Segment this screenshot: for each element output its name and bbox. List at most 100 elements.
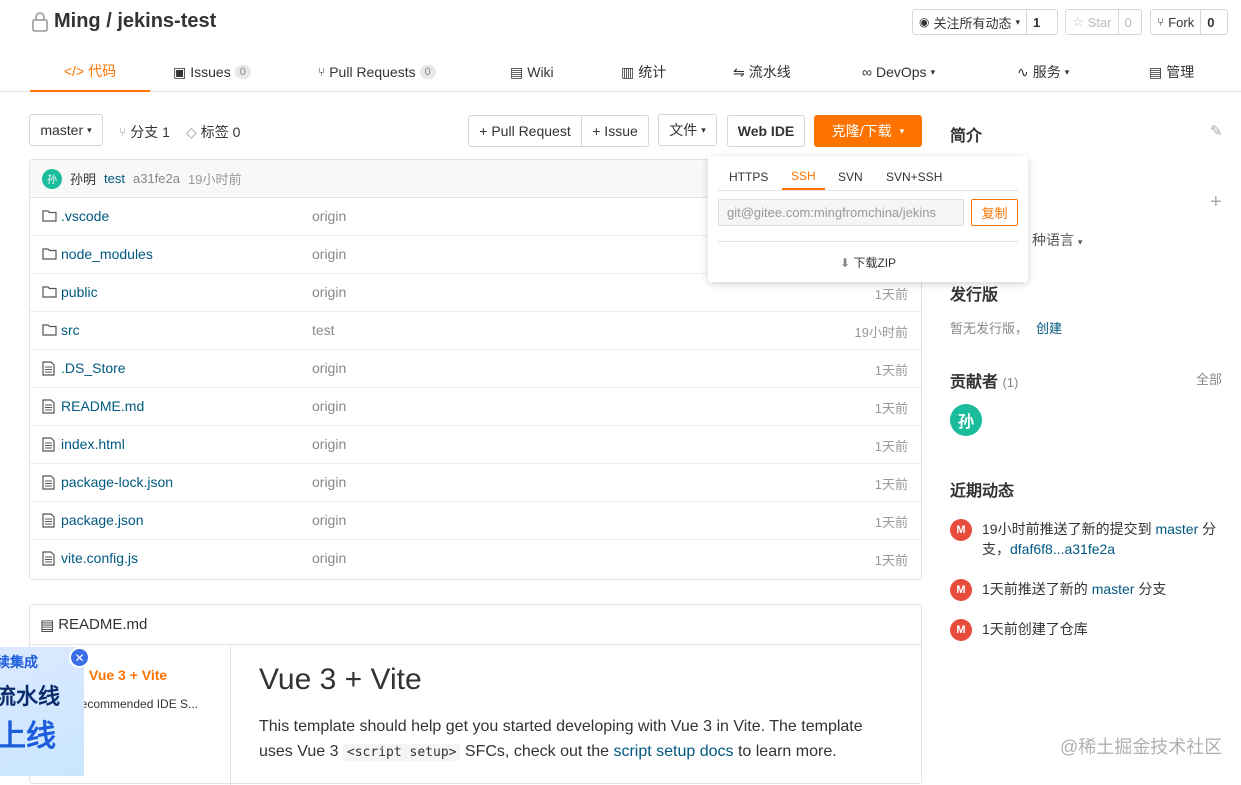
clone-tab-ssh[interactable]: SSH xyxy=(782,164,825,190)
file-name[interactable]: package-lock.json xyxy=(61,474,173,490)
copy-button[interactable]: 复制 xyxy=(971,199,1018,226)
file-row[interactable]: index.html origin 1天前 xyxy=(30,426,921,464)
close-icon[interactable]: ✕ xyxy=(69,647,90,668)
file-name[interactable]: package.json xyxy=(61,512,144,528)
file-commit-time: 1天前 xyxy=(874,287,908,302)
plus-icon[interactable]: + xyxy=(1210,191,1222,214)
commit-author[interactable]: 孙明 xyxy=(70,169,96,188)
file-name[interactable]: public xyxy=(61,284,98,300)
file-commit-message[interactable]: origin xyxy=(312,474,346,490)
edit-icon[interactable]: ✎ xyxy=(1210,122,1223,140)
caret-down-icon: ▾ xyxy=(701,124,706,135)
tab-issues[interactable]: ▣ Issues 0 xyxy=(173,52,251,92)
file-commit-message[interactable]: origin xyxy=(312,398,346,414)
download-zip-link[interactable]: ⬇ 下载ZIP xyxy=(708,254,1028,271)
commit-avatar[interactable]: 孙 xyxy=(42,168,62,189)
folder-icon xyxy=(42,286,57,298)
new-pull-request-button[interactable]: + Pull Request xyxy=(468,115,582,147)
contributor-avatar[interactable]: 孙 xyxy=(950,404,982,436)
watch-button[interactable]: ◉ 关注所有动态 ▾ 1 xyxy=(912,9,1058,35)
fork-button[interactable]: ⑂ Fork 0 xyxy=(1150,9,1228,35)
file-row[interactable]: vite.config.js origin 1天前 xyxy=(30,540,921,578)
file-commit-message[interactable]: origin xyxy=(312,284,346,300)
tab-pull-requests[interactable]: ⑂ Pull Requests 0 xyxy=(318,52,436,92)
file-name[interactable]: src xyxy=(61,322,80,338)
file-commit-message[interactable]: origin xyxy=(312,436,346,452)
clone-tab-svn-ssh[interactable]: SVN+SSH xyxy=(886,164,942,190)
activity-branch-link[interactable]: master xyxy=(1155,521,1198,537)
tab-pipeline[interactable]: ⇋ 流水线 xyxy=(733,52,791,92)
script-setup-docs-link[interactable]: script setup docs xyxy=(613,743,733,760)
file-row[interactable]: package.json origin 1天前 xyxy=(30,502,921,540)
branches-link[interactable]: ⑂ 分支 1 xyxy=(119,122,170,142)
repo-separator: / xyxy=(100,10,118,32)
star-count[interactable]: 0 xyxy=(1117,10,1138,34)
book-icon: ▤ xyxy=(510,63,524,80)
branch-select[interactable]: master ▾ xyxy=(29,114,103,146)
tags-link[interactable]: ◇ 标签 0 xyxy=(186,122,240,142)
activity-avatar[interactable]: M xyxy=(950,619,972,641)
tab-wiki-label: Wiki xyxy=(527,64,554,80)
file-row[interactable]: .DS_Store origin 1天前 xyxy=(30,350,921,388)
new-issue-button[interactable]: + Issue xyxy=(581,115,649,147)
file-row[interactable]: README.md origin 1天前 xyxy=(30,388,921,426)
file-commit-message[interactable]: origin xyxy=(312,208,346,224)
bar-chart-icon: ▥ xyxy=(621,63,635,80)
tab-devops[interactable]: ∞ DevOps ▾ xyxy=(862,52,935,92)
repo-name[interactable]: jekins-test xyxy=(117,10,216,33)
file-name[interactable]: .DS_Store xyxy=(61,360,126,376)
promo-banner[interactable]: 续集成 流水线 上线 xyxy=(0,647,84,776)
tag-icon: ◇ xyxy=(186,123,197,140)
toc-item-sub[interactable]: Recommended IDE S... xyxy=(72,697,198,711)
activity-avatar[interactable]: M xyxy=(950,579,972,601)
commit-hash[interactable]: a31fe2a xyxy=(133,171,180,186)
file-commit-message[interactable]: origin xyxy=(312,360,346,376)
commit-message[interactable]: test xyxy=(104,171,125,186)
tab-pull-requests-badge: 0 xyxy=(419,65,436,79)
file-name[interactable]: README.md xyxy=(61,398,144,414)
file-commit-message[interactable]: test xyxy=(312,322,335,338)
file-name[interactable]: vite.config.js xyxy=(61,550,138,566)
language-label: 种语言 xyxy=(1032,232,1074,248)
release-empty: 暂无发行版， 创建 xyxy=(950,318,1062,337)
clone-url-field[interactable]: git@gitee.com:mingfromchina/jekins xyxy=(718,199,964,226)
new-pull-request-label: + Pull Request xyxy=(479,123,571,139)
clone-tab-svn[interactable]: SVN xyxy=(838,164,863,190)
clone-tab-https[interactable]: HTTPS xyxy=(729,164,768,190)
folder-icon xyxy=(42,248,57,260)
tab-wiki[interactable]: ▤ Wiki xyxy=(510,52,554,92)
star-button[interactable]: ☆ Star 0 xyxy=(1065,9,1142,35)
file-icon xyxy=(42,551,55,566)
activity-avatar[interactable]: M xyxy=(950,519,972,541)
toc-item-title[interactable]: Vue 3 + Vite xyxy=(89,667,167,683)
repo-owner[interactable]: Ming xyxy=(54,10,101,33)
web-ide-button[interactable]: Web IDE xyxy=(727,115,805,147)
tab-services[interactable]: ∿ 服务 ▾ xyxy=(1017,52,1069,92)
tab-pull-requests-label: Pull Requests xyxy=(329,64,416,80)
caret-down-icon: ▾ xyxy=(899,125,905,136)
activity-compare-link[interactable]: dfaf6f8...a31fe2a xyxy=(1010,541,1115,557)
tab-code[interactable]: </> 代码 xyxy=(30,52,150,92)
file-name[interactable]: .vscode xyxy=(61,208,109,224)
file-name[interactable]: node_modules xyxy=(61,246,153,262)
fork-count[interactable]: 0 xyxy=(1200,10,1220,34)
file-commit-message[interactable]: origin xyxy=(312,512,346,528)
tab-stats[interactable]: ▥ 统计 xyxy=(621,52,666,92)
file-commit-message[interactable]: origin xyxy=(312,246,346,262)
tab-manage[interactable]: ▤ 管理 xyxy=(1149,52,1194,92)
file-menu-button[interactable]: 文件 ▾ xyxy=(658,114,717,146)
language-select[interactable]: 种语言 ▾ xyxy=(1032,230,1082,250)
contributors-all-link[interactable]: 全部 xyxy=(1196,369,1222,388)
file-row[interactable]: src test 19小时前 xyxy=(30,312,921,350)
clone-download-button[interactable]: 克隆/下载 ▾ xyxy=(814,115,922,147)
file-icon xyxy=(42,399,55,414)
tab-pipeline-label: 流水线 xyxy=(748,64,791,80)
activity-branch-link[interactable]: master xyxy=(1092,581,1135,597)
create-release-link[interactable]: 创建 xyxy=(1036,321,1062,336)
tab-manage-label: 管理 xyxy=(1166,64,1195,80)
file-name[interactable]: index.html xyxy=(61,436,125,452)
file-commit-message[interactable]: origin xyxy=(312,550,346,566)
watch-count[interactable]: 1 xyxy=(1026,10,1046,34)
file-row[interactable]: package-lock.json origin 1天前 xyxy=(30,464,921,502)
pipeline-icon: ⇋ xyxy=(733,63,745,80)
